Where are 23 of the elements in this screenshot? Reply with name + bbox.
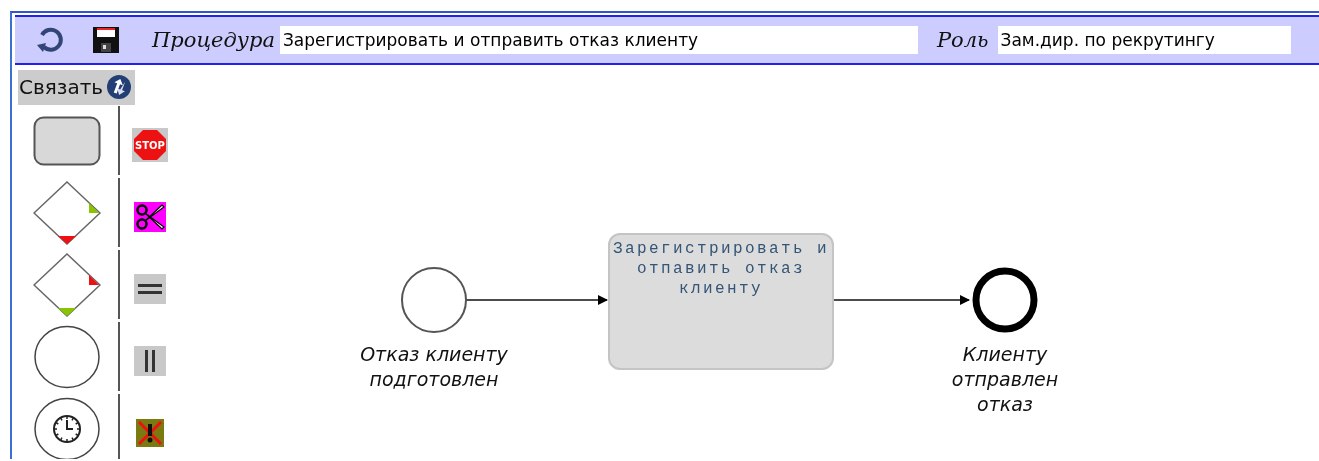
- start-event: [401, 267, 467, 333]
- event-label: Клиенту отправлен отказ: [950, 342, 1060, 417]
- procedure-label: Процедура: [152, 28, 275, 52]
- pause-icon[interactable]: [134, 346, 166, 376]
- event-shape-icon[interactable]: [33, 325, 100, 389]
- role-label: Роль: [936, 28, 989, 52]
- end-event: [972, 267, 1038, 333]
- task-box: Зарегистрировать и отпавить отказ клиенту: [608, 233, 834, 370]
- timer-event-icon[interactable]: [33, 397, 100, 459]
- connect-button[interactable]: Связать: [18, 70, 136, 105]
- task-shape-icon[interactable]: [32, 116, 101, 166]
- cancel-icon[interactable]: [136, 419, 164, 447]
- role-field[interactable]: Зам.дир. по рекрутингу: [997, 26, 1291, 54]
- save-icon[interactable]: [92, 26, 120, 54]
- swap-icon: [107, 74, 132, 99]
- gateway-shape-icon[interactable]: [32, 181, 101, 245]
- procedure-field[interactable]: Зарегистрировать и отправить отказ клиенту: [279, 26, 918, 54]
- refresh-icon[interactable]: [35, 25, 65, 55]
- event-label: Отказ клиенту подготовлен: [359, 342, 509, 392]
- equals-icon[interactable]: [134, 274, 166, 304]
- gateway-shape-icon[interactable]: [32, 253, 101, 317]
- stop-sign-icon[interactable]: STOP: [132, 128, 168, 162]
- scissors-icon[interactable]: [134, 202, 166, 232]
